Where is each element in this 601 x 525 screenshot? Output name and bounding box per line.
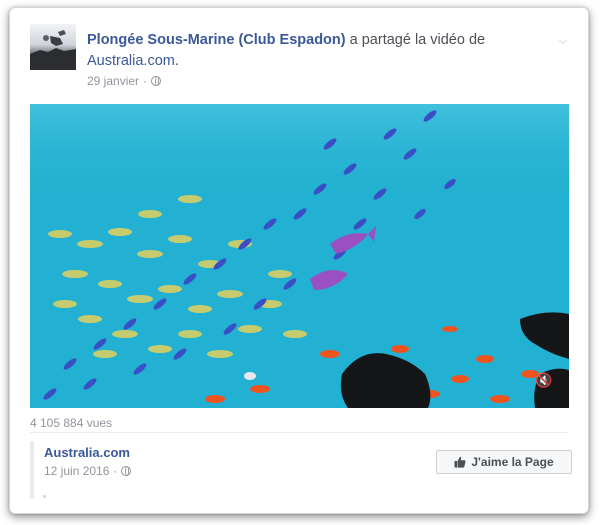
section-divider: [30, 432, 568, 433]
chevron-down-icon[interactable]: ⌵: [556, 34, 570, 48]
post-header: Plongée Sous-Marine (Club Espadon) a par…: [30, 24, 568, 94]
globe-icon[interactable]: [151, 76, 162, 86]
video-frame-fish-scene: [30, 104, 569, 408]
page-avatar[interactable]: [30, 24, 76, 70]
like-page-label: J'aime la Page: [471, 455, 554, 469]
post-headline: Plongée Sous-Marine (Club Espadon) a par…: [87, 30, 557, 72]
avatar-diver-image: [30, 30, 76, 70]
shared-page-accent: [30, 441, 34, 499]
thumbs-up-icon: [454, 456, 466, 468]
shared-page-meta: 12 juin 2016 ·: [44, 464, 132, 478]
post-date[interactable]: 29 janvier: [87, 74, 139, 88]
view-count: 4 105 884 vues: [30, 416, 113, 430]
shared-source-link[interactable]: Australia.com: [87, 53, 175, 69]
like-page-button[interactable]: J'aime la Page: [436, 450, 572, 474]
meta-separator: ·: [113, 464, 118, 478]
mute-icon[interactable]: 🔇: [533, 372, 555, 390]
meta-separator: ·: [143, 74, 148, 88]
scroll-hint: [43, 495, 46, 498]
facebook-post-card: Plongée Sous-Marine (Club Espadon) a par…: [9, 7, 589, 514]
shared-page-name-link[interactable]: Australia.com: [44, 445, 130, 460]
headline-period: .: [174, 53, 179, 69]
post-action-text: a partagé la vidéo de: [345, 32, 486, 48]
shared-page-date[interactable]: 12 juin 2016: [44, 464, 109, 478]
video-player[interactable]: 🔇: [30, 104, 569, 408]
post-meta: 29 janvier ·: [87, 74, 162, 88]
post-author-link[interactable]: Plongée Sous-Marine (Club Espadon): [87, 32, 346, 48]
globe-icon[interactable]: [121, 466, 132, 476]
